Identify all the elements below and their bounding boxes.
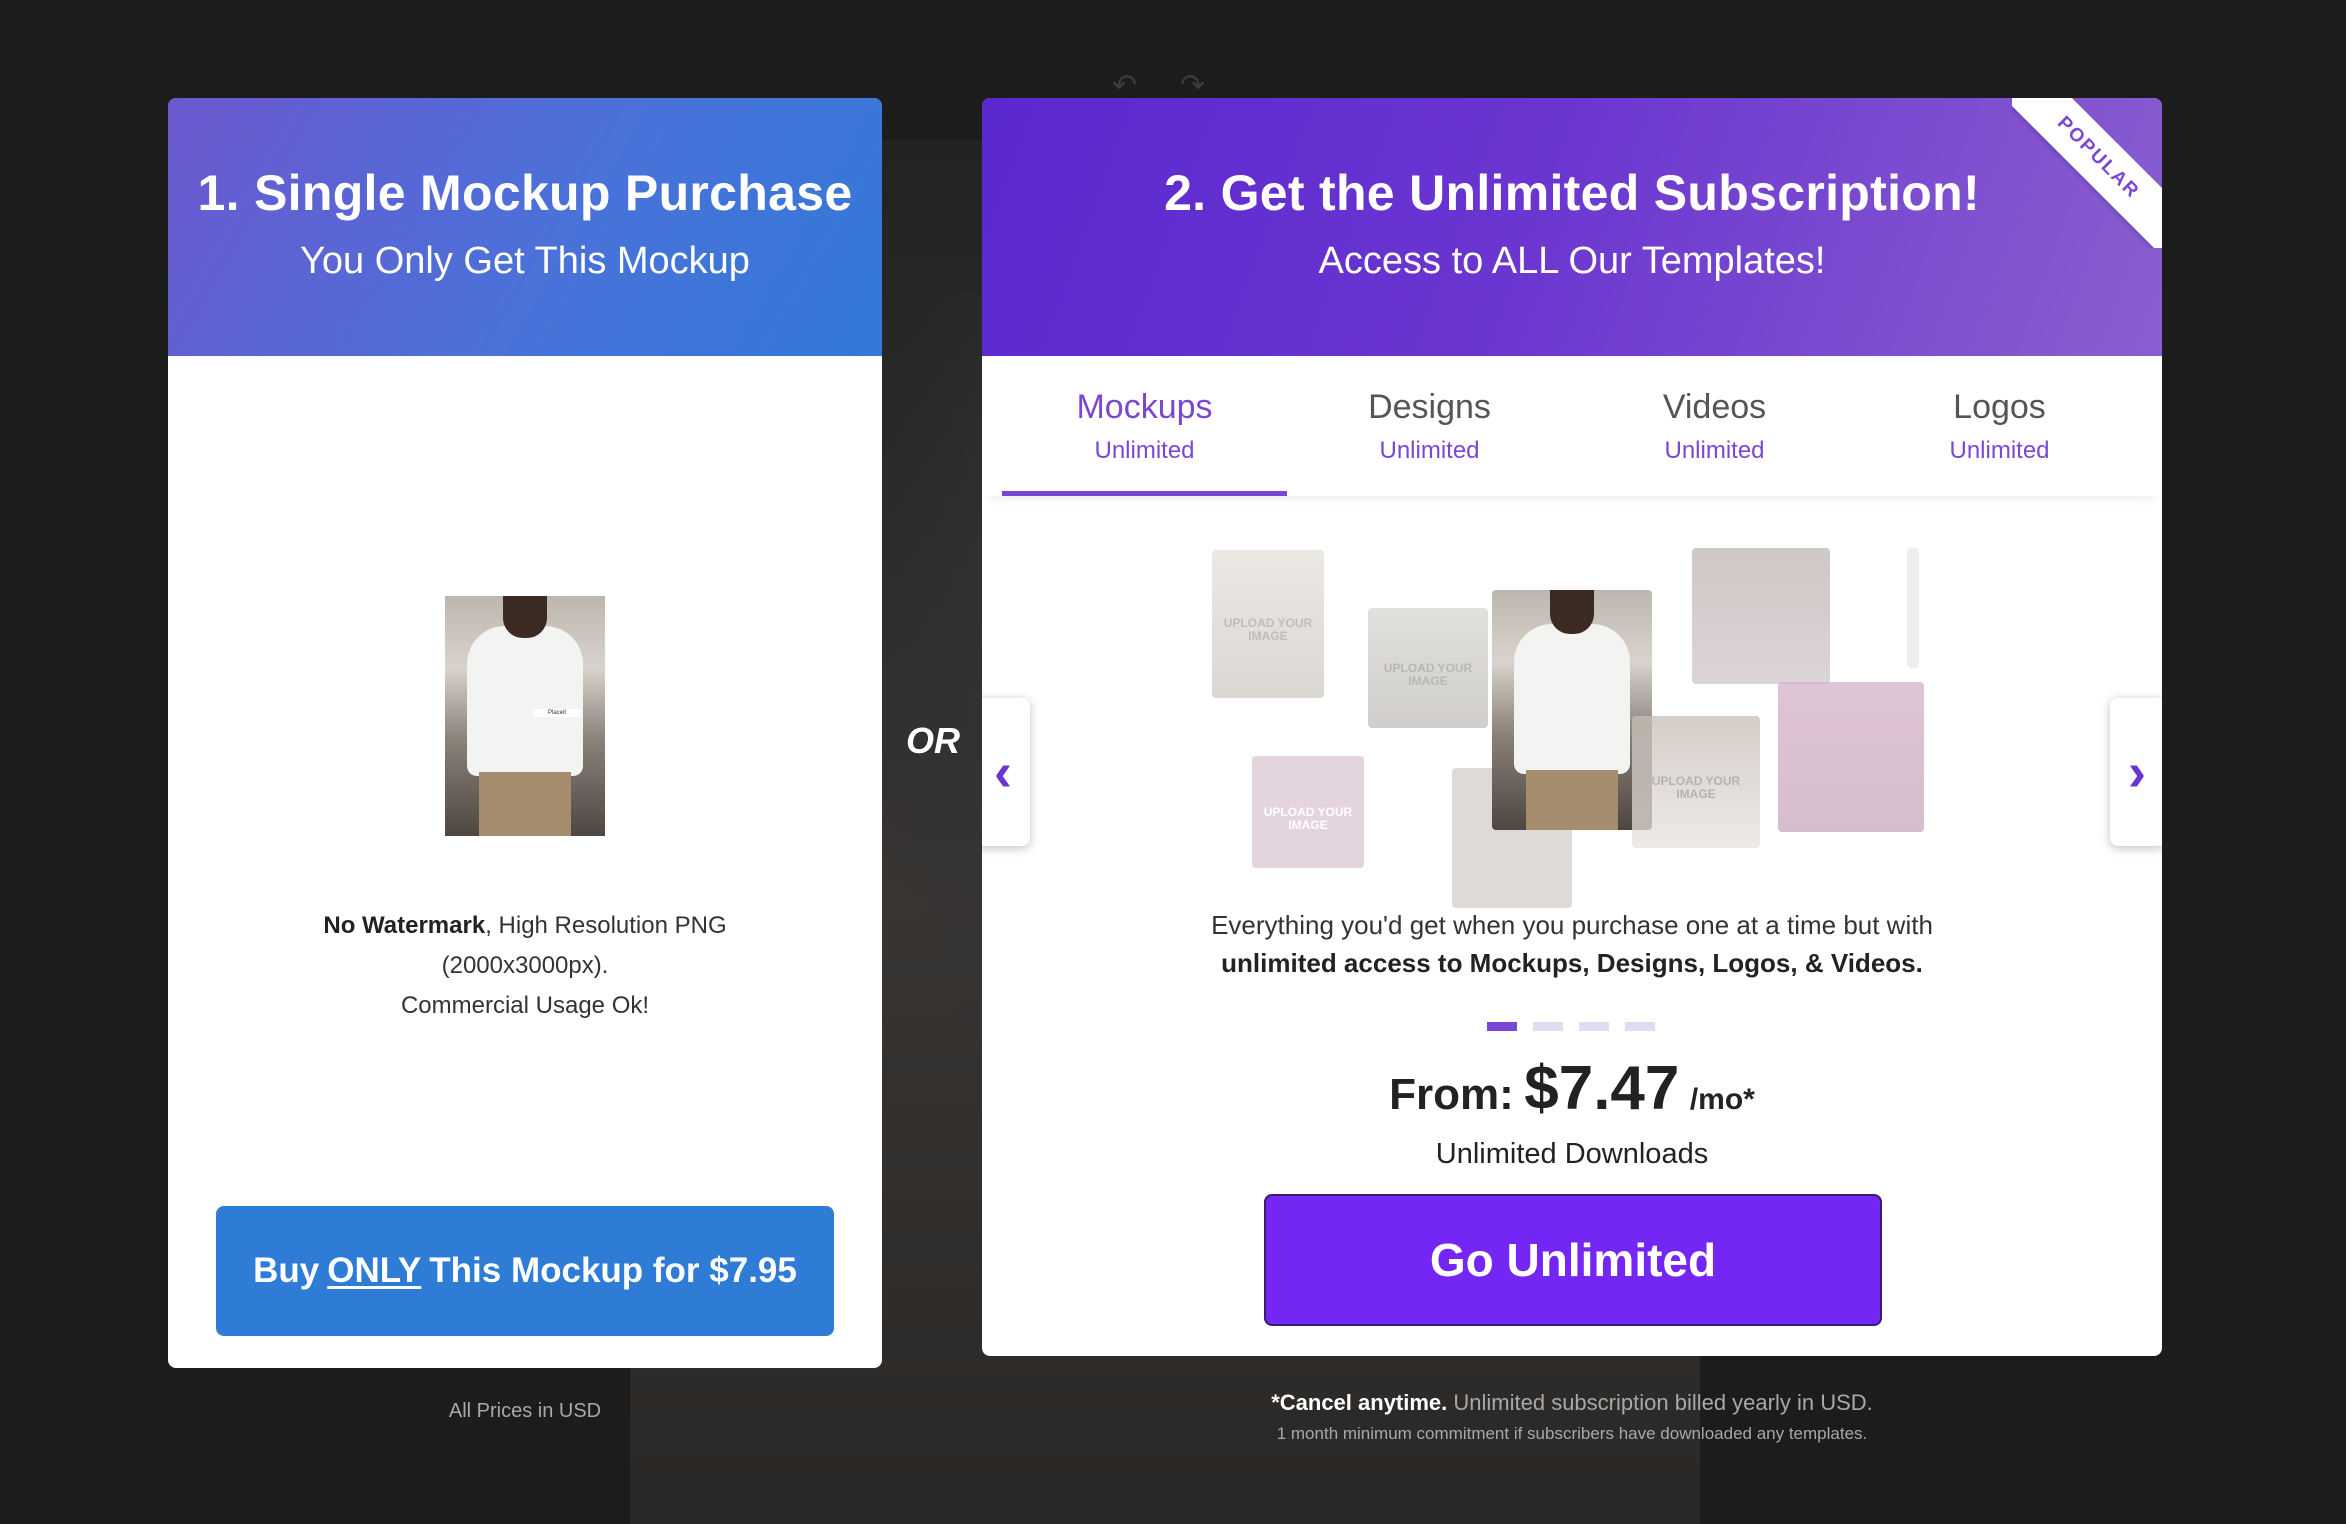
gallery-image: UPLOAD YOUR IMAGE [1212, 550, 1324, 698]
watermark-tag: Placeit [533, 709, 581, 717]
carousel-dot[interactable] [1533, 1022, 1563, 1031]
gallery-image: UPLOAD YOUR IMAGE [1632, 716, 1760, 848]
tab-label: Designs [1368, 388, 1491, 426]
subscription-subtitle: Access to ALL Our Templates! [1318, 240, 1826, 282]
template-tabs: Mockups Unlimited Designs Unlimited Vide… [982, 356, 2162, 496]
or-label: OR [906, 720, 960, 761]
single-purchase-title: 1. Single Mockup Purchase [197, 165, 853, 221]
resolution-text: , High Resolution PNG [485, 912, 727, 939]
chevron-right-icon: › [2128, 742, 2146, 802]
subscription-price: From: $7.47 /mo* [982, 1053, 2162, 1124]
billing-note: Unlimited subscription billed yearly in … [1447, 1390, 1873, 1415]
cancel-anytime-bold: *Cancel anytime. [1271, 1390, 1448, 1415]
single-purchase-description: No Watermark, High Resolution PNG (2000x… [168, 906, 882, 1026]
resolution-size: (2000x3000px). [441, 952, 609, 979]
commercial-usage: Commercial Usage Ok! [400, 992, 650, 1019]
gallery-next-button[interactable]: › [2110, 698, 2162, 846]
description-line: Everything you'd get when you purchase o… [1211, 910, 1933, 940]
subscription-card: 2. Get the Unlimited Subscription! Acces… [982, 98, 2162, 1356]
carousel-dot[interactable] [1625, 1022, 1655, 1031]
tab-logos[interactable]: Logos Unlimited [1857, 356, 2142, 496]
gallery-prev-button[interactable]: ‹ [982, 698, 1030, 846]
mockup-thumbnail: Placeit [445, 596, 605, 836]
subscription-header: 2. Get the Unlimited Subscription! Acces… [982, 98, 2162, 356]
tab-mockups[interactable]: Mockups Unlimited [1002, 356, 1287, 496]
gallery-image [1692, 548, 1830, 684]
single-purchase-header: 1. Single Mockup Purchase You Only Get T… [168, 98, 882, 356]
gallery-image [1907, 548, 1919, 668]
description-line-bold: unlimited access to Mockups, Designs, Lo… [1221, 948, 1923, 978]
tab-sublabel: Unlimited [1664, 437, 1765, 464]
no-watermark-label: No Watermark [323, 912, 486, 939]
subscription-description: Everything you'd get when you purchase o… [982, 906, 2162, 982]
tab-label: Mockups [1076, 388, 1213, 426]
gallery-image: UPLOAD YOUR IMAGE [1368, 608, 1488, 728]
buy-prefix: Buy [253, 1251, 320, 1290]
buy-suffix: This Mockup for $7.95 [429, 1251, 797, 1290]
popular-ribbon-label: POPULAR [2012, 98, 2162, 248]
carousel-dot[interactable] [1487, 1022, 1517, 1031]
tab-designs[interactable]: Designs Unlimited [1287, 356, 1572, 496]
commitment-note: 1 month minimum commitment if subscriber… [1276, 1424, 1868, 1443]
buy-emphasis: ONLY [327, 1251, 422, 1290]
price-from-label: From: [1389, 1070, 1514, 1119]
gallery-image-featured [1492, 590, 1652, 830]
tab-sublabel: Unlimited [1379, 437, 1480, 464]
go-unlimited-button[interactable]: Go Unlimited [1264, 1194, 1882, 1326]
subscription-title: 2. Get the Unlimited Subscription! [1164, 165, 1980, 221]
unlimited-downloads: Unlimited Downloads [1435, 1138, 1709, 1170]
price-value: $7.47 [1524, 1054, 1680, 1123]
single-purchase-card: 1. Single Mockup Purchase You Only Get T… [168, 98, 882, 1368]
popular-ribbon: POPULAR [2012, 98, 2162, 248]
tab-sublabel: Unlimited [1949, 437, 2050, 464]
tab-label: Videos [1662, 388, 1767, 426]
gallery-image: UPLOAD YOUR IMAGE [1252, 756, 1364, 868]
cancel-anytime-note: *Cancel anytime. Unlimited subscription … [982, 1390, 2162, 1416]
carousel-dots [1487, 1022, 1655, 1031]
carousel-dot[interactable] [1579, 1022, 1609, 1031]
tab-sublabel: Unlimited [1094, 437, 1195, 464]
single-purchase-subtitle: You Only Get This Mockup [300, 240, 750, 282]
gallery-image [1778, 682, 1924, 832]
tab-videos[interactable]: Videos Unlimited [1572, 356, 1857, 496]
tab-label: Logos [1953, 388, 2046, 426]
buy-single-mockup-button[interactable]: Buy ONLY This Mockup for $7.95 [216, 1206, 834, 1336]
prices-note: All Prices in USD [448, 1400, 602, 1422]
chevron-left-icon: ‹ [994, 742, 1012, 802]
price-period: /mo* [1689, 1083, 1755, 1116]
